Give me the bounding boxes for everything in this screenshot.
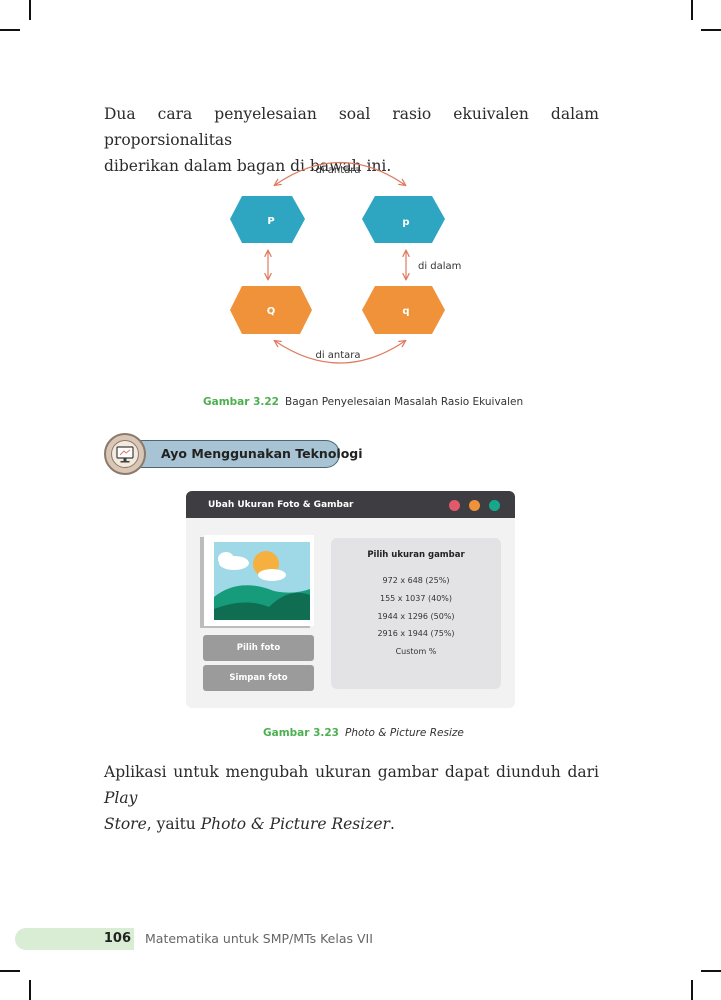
figure-number: Gambar 3.23 — [263, 727, 339, 739]
figure-3-23-caption: Gambar 3.23 Photo & Picture Resize — [263, 727, 464, 739]
tech-section-label: Ayo Menggunakan Teknologi — [161, 446, 363, 461]
close-dot[interactable] — [449, 500, 460, 511]
size-heading: Pilih ukuran gambar — [367, 550, 465, 560]
pick-photo-button[interactable]: Pilih foto — [203, 635, 314, 661]
size-option-40[interactable]: 155 x 1037 (40%) — [331, 594, 501, 603]
app-titlebar: Ubah Ukuran Foto & Gambar — [186, 491, 515, 518]
crop-mark — [29, 980, 31, 1000]
node-bottom-right-label: q — [402, 306, 409, 317]
crop-mark — [701, 970, 721, 972]
size-option-25[interactable]: 972 x 648 (25%) — [331, 576, 501, 585]
app-window: Ubah Ukuran Foto & Gambar Pilih foto Sim… — [186, 491, 515, 708]
maximize-dot[interactable] — [489, 500, 500, 511]
crop-mark — [0, 970, 20, 972]
computer-monitor-icon — [116, 446, 134, 463]
closing-text-2: , yaitu — [146, 815, 201, 833]
figure-text: Bagan Penyelesaian Masalah Rasio Ekuival… — [285, 396, 524, 408]
app-title: Ubah Ukuran Foto & Gambar — [208, 500, 354, 510]
size-options-panel: Pilih ukuran gambar 972 x 648 (25%) 155 … — [331, 538, 501, 689]
closing-paragraph: Aplikasi untuk mengubah ukuran gambar da… — [104, 759, 599, 837]
save-photo-button[interactable]: Simpan foto — [203, 665, 314, 691]
minimize-dot[interactable] — [469, 500, 480, 511]
size-option-50[interactable]: 1944 x 1296 (50%) — [331, 612, 501, 621]
top-arc-label: di antara — [315, 165, 360, 176]
closing-italic-2: Store — [104, 815, 147, 833]
footer-book-title: Matematika untuk SMP/MTs Kelas VII — [145, 931, 373, 946]
size-option-custom[interactable]: Custom % — [331, 647, 501, 656]
node-top-left-label: P — [267, 216, 274, 227]
tech-section-banner: Ayo Menggunakan Teknologi — [140, 440, 363, 468]
node-top-right-label: p — [402, 217, 409, 228]
ratio-diagram: di antara P p Q q di dalam di antara — [230, 162, 461, 364]
page-number: 106 — [103, 931, 131, 946]
landscape-image — [214, 542, 310, 620]
closing-italic-1: Play — [104, 789, 138, 807]
figure-number: Gambar 3.22 — [203, 396, 279, 408]
crop-mark — [701, 29, 721, 31]
crop-mark — [691, 980, 693, 1000]
crop-mark — [29, 0, 31, 20]
crop-mark — [0, 29, 20, 31]
intro-line-1: Dua cara penyelesaian soal rasio ekuival… — [104, 105, 599, 149]
closing-line-2: Store, yaitu Photo & Picture Resizer. — [104, 811, 599, 837]
closing-italic-3: Photo & Picture Resizer — [200, 815, 390, 833]
closing-text-1: Aplikasi untuk mengubah ukuran gambar da… — [104, 763, 599, 781]
photo-preview — [204, 535, 314, 626]
closing-text-3: . — [389, 815, 395, 833]
footer-page-tab: 106 — [15, 928, 134, 950]
figure-3-22-caption: Gambar 3.22 Bagan Penyelesaian Masalah Ra… — [203, 396, 523, 408]
tech-badge-inner — [111, 440, 139, 468]
node-bottom-left-label: Q — [267, 306, 276, 317]
right-arrow-label: di dalam — [418, 261, 461, 272]
figure-text: Photo & Picture Resize — [345, 727, 464, 739]
closing-line-1: Aplikasi untuk mengubah ukuran gambar da… — [104, 759, 599, 811]
size-option-75[interactable]: 2916 x 1944 (75%) — [331, 629, 501, 638]
crop-mark — [691, 0, 693, 20]
tech-badge — [104, 433, 146, 475]
bottom-arc-label: di antara — [315, 350, 360, 361]
